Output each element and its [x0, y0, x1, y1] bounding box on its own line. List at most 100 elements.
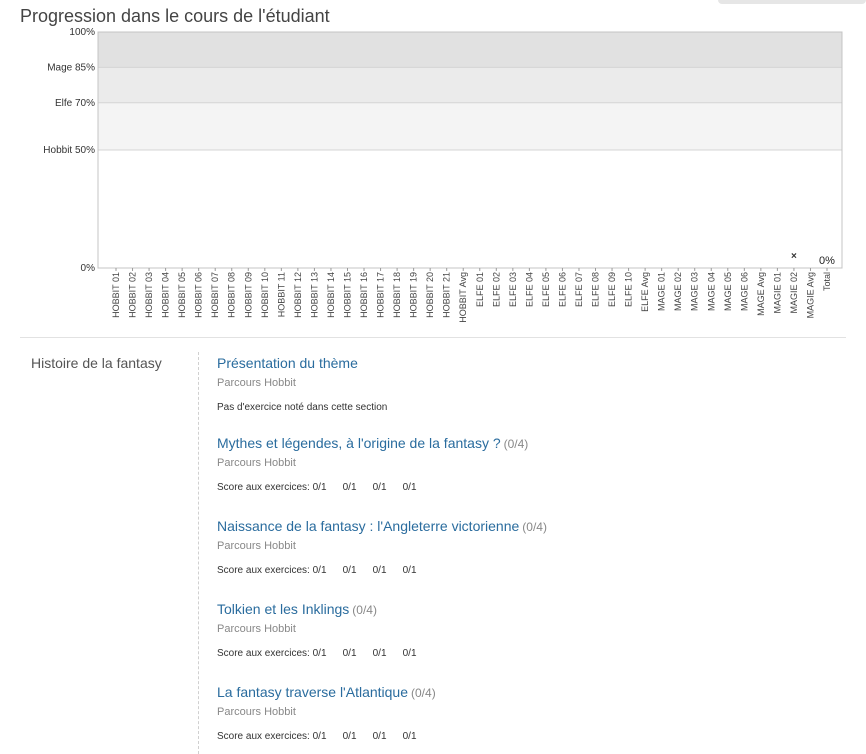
- x-tick-label: HOBBIT 11: [276, 272, 286, 317]
- score-value: 0/1: [402, 482, 417, 493]
- score-label: Score aux exercices:: [217, 648, 310, 659]
- section-format: Parcours Hobbit: [217, 540, 296, 552]
- x-tick-label: ELFE 07: [574, 272, 584, 307]
- sections-list: Présentation du thème Parcours Hobbit Pa…: [198, 352, 839, 754]
- score-value: 0/1: [372, 482, 387, 493]
- score-value: 0/1: [342, 731, 357, 742]
- score-label: Score aux exercices:: [217, 731, 310, 742]
- score-value: 0/1: [372, 731, 387, 742]
- x-tick-label: MAGE Avg: [756, 272, 766, 316]
- x-tick-label: MAGE 01: [657, 272, 667, 311]
- x-tick-label: HOBBIT 12: [293, 272, 303, 318]
- score-value: 0/1: [342, 648, 357, 659]
- score-value: 0/1: [372, 565, 387, 576]
- x-tick-label: HOBBIT 01: [111, 272, 121, 318]
- threshold-band: [98, 32, 842, 68]
- x-tick-label: MAGE 03: [690, 272, 700, 311]
- section-total: (0/4): [352, 603, 377, 617]
- x-tick-label: MAGIE 01: [772, 272, 782, 314]
- score-value: 0/1: [312, 482, 327, 493]
- total-value-label: 0%: [819, 255, 835, 267]
- section-note: Pas d'exercice noté dans cette section: [217, 402, 388, 413]
- x-tick-label: MAGIE 02: [789, 272, 799, 314]
- x-tick-label: ELFE Avg: [640, 272, 650, 312]
- y-tick-label: 100%: [69, 27, 95, 38]
- section-item: Présentation du thème Parcours Hobbit Pa…: [217, 355, 387, 413]
- x-tick-label: ELFE 04: [524, 272, 534, 307]
- x-tick-label: ELFE 03: [508, 272, 518, 307]
- y-tick-label: Hobbit 50%: [43, 145, 95, 156]
- threshold-band: [98, 67, 842, 103]
- x-tick-label: HOBBIT 04: [161, 272, 171, 318]
- progress-chart: 0% Hobbit 50% Elfe 70% Mage 85% 100% HOBBIT 0…: [43, 27, 843, 323]
- section-format: Parcours Hobbit: [217, 457, 296, 469]
- x-tick-label: HOBBIT 19: [409, 272, 419, 318]
- section-link[interactable]: Naissance de la fantasy : l'Angleterre v…: [217, 518, 519, 534]
- x-tick-label: ELFE 06: [557, 272, 567, 307]
- x-tick-label: HOBBIT 02: [128, 272, 138, 318]
- top-tab[interactable]: [718, 0, 866, 4]
- x-tick-label: HOBBIT 21: [442, 272, 452, 318]
- section-scores: Score aux exercices: 0/1 0/1 0/1 0/1: [217, 565, 547, 576]
- section-scores: Score aux exercices: 0/1 0/1 0/1 0/1: [217, 731, 436, 742]
- page-title: Progression dans le cours de l'étudiant: [20, 6, 330, 26]
- x-tick-label: MAGE 02: [673, 272, 683, 311]
- score-value: 0/1: [342, 565, 357, 576]
- section-item: Naissance de la fantasy : l'Angleterre v…: [217, 518, 547, 576]
- score-value: 0/1: [402, 648, 417, 659]
- section-link[interactable]: Mythes et légendes, à l'origine de la fa…: [217, 435, 501, 451]
- section-link[interactable]: Présentation du thème: [217, 355, 358, 371]
- section-item: Tolkien et les Inklings (0/4) Parcours Ho…: [217, 601, 433, 659]
- score-value: 0/1: [402, 731, 417, 742]
- section-format: Parcours Hobbit: [217, 623, 296, 635]
- x-tick-label: HOBBIT 16: [359, 272, 369, 318]
- x-tick-label: ELFE 01: [475, 272, 485, 307]
- y-tick-label: Mage 85%: [47, 62, 95, 73]
- score-value: 0/1: [372, 648, 387, 659]
- y-tick-label: 0%: [81, 263, 96, 274]
- x-tick-label: MAGE 06: [739, 272, 749, 311]
- x-tick-label: HOBBIT 07: [210, 272, 220, 318]
- x-tick-label: Total: [822, 272, 832, 291]
- x-tick-label: HOBBIT 15: [342, 272, 352, 318]
- divider: [20, 337, 846, 338]
- x-tick-label: MAGIE Avg: [805, 272, 815, 318]
- section-link[interactable]: La fantasy traverse l'Atlantique: [217, 684, 408, 700]
- score-label: Score aux exercices:: [217, 482, 310, 493]
- section-total: (0/4): [522, 520, 547, 534]
- score-value: 0/1: [312, 648, 327, 659]
- chapter-name: Histoire de la fantasy: [31, 355, 162, 371]
- section-scores: Score aux exercices: 0/1 0/1 0/1 0/1: [217, 648, 433, 659]
- x-tick-label: HOBBIT 10: [260, 272, 270, 318]
- score-value: 0/1: [342, 482, 357, 493]
- section-format: Parcours Hobbit: [217, 706, 296, 718]
- x-tick-label: ELFE 10: [624, 272, 634, 307]
- section-format: Parcours Hobbit: [217, 377, 296, 389]
- x-tick-label: MAGE 04: [706, 272, 716, 311]
- x-tick-label: HOBBIT 18: [392, 272, 402, 318]
- score-label: Score aux exercices:: [217, 565, 310, 576]
- section-link[interactable]: Tolkien et les Inklings: [217, 601, 349, 617]
- section-total: (0/4): [503, 437, 529, 451]
- x-tick-label: ELFE 08: [591, 272, 601, 307]
- x-tick-label: HOBBIT 09: [243, 272, 253, 318]
- score-value: 0/1: [312, 731, 327, 742]
- x-tick-label: HOBBIT 06: [194, 272, 204, 318]
- x-tick-label: HOBBIT 08: [227, 272, 237, 318]
- x-tick-label: ELFE 02: [491, 272, 501, 307]
- x-tick-label: HOBBIT 17: [376, 272, 386, 318]
- x-tick-label: HOBBIT 14: [326, 272, 336, 318]
- section-total: (0/4): [411, 686, 436, 700]
- score-value: 0/1: [312, 565, 327, 576]
- x-tick-label: MAGE 05: [723, 272, 733, 311]
- marker-x-icon: ×: [791, 251, 797, 262]
- score-value: 0/1: [402, 565, 417, 576]
- x-tick-label: HOBBIT Avg: [458, 272, 468, 323]
- x-tick-label: ELFE 09: [607, 272, 617, 307]
- x-tick-label: HOBBIT 20: [425, 272, 435, 318]
- threshold-band: [98, 102, 842, 150]
- section-scores: Score aux exercices: 0/1 0/1 0/1 0/1: [217, 482, 528, 493]
- section-item: Mythes et légendes, à l'origine de la fa…: [217, 435, 528, 493]
- x-tick-label: HOBBIT 03: [144, 272, 154, 318]
- x-tick-label: HOBBIT 13: [309, 272, 319, 318]
